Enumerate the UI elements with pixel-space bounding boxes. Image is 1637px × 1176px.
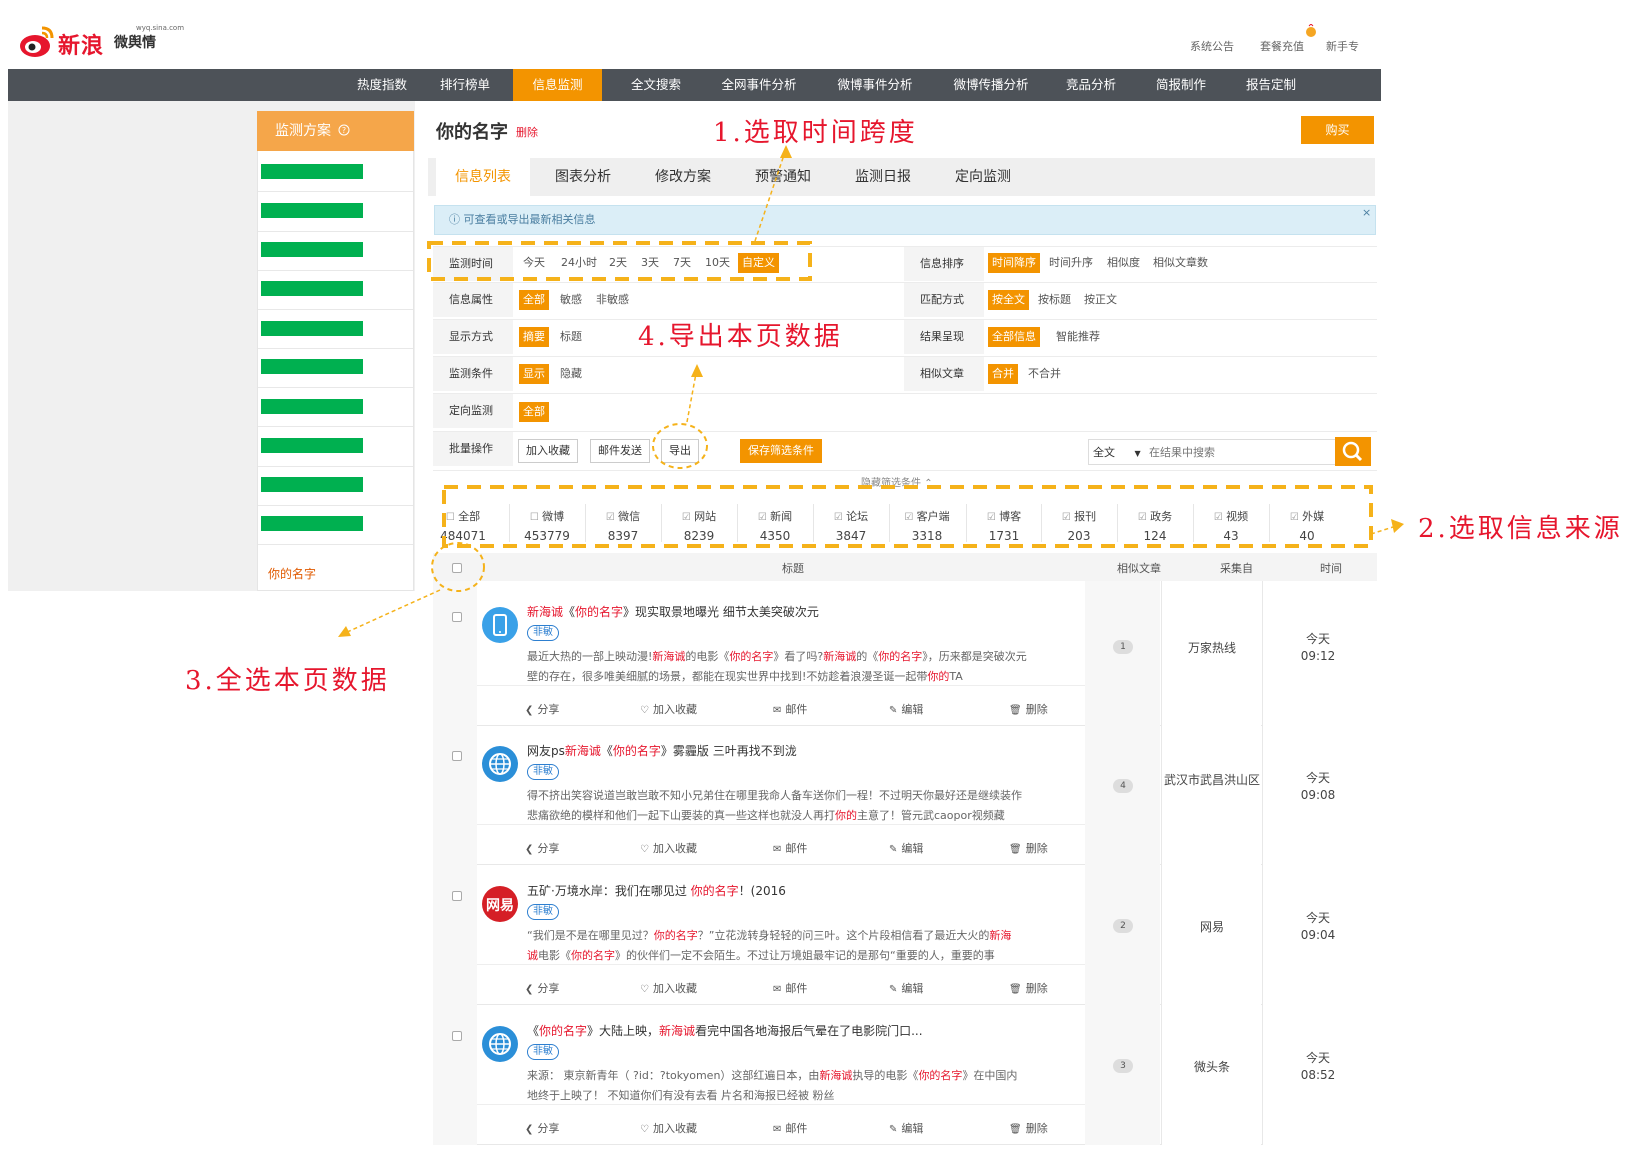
arrow-head <box>691 364 703 377</box>
time-range-highlight <box>427 241 812 281</box>
source-highlight <box>442 485 1373 548</box>
annotation-time-span: 1.选取时间跨度 <box>713 118 918 148</box>
annotation-overlay <box>338 145 1404 637</box>
export-highlight <box>652 423 708 469</box>
select-all-highlight <box>431 542 485 592</box>
arrow-head <box>1391 519 1404 533</box>
annotation-select-all: 3.全选本页数据 <box>185 666 390 696</box>
annotation-source: 2.选取信息来源 <box>1418 514 1623 544</box>
annotation-export: 4.导出本页数据 <box>638 322 843 352</box>
